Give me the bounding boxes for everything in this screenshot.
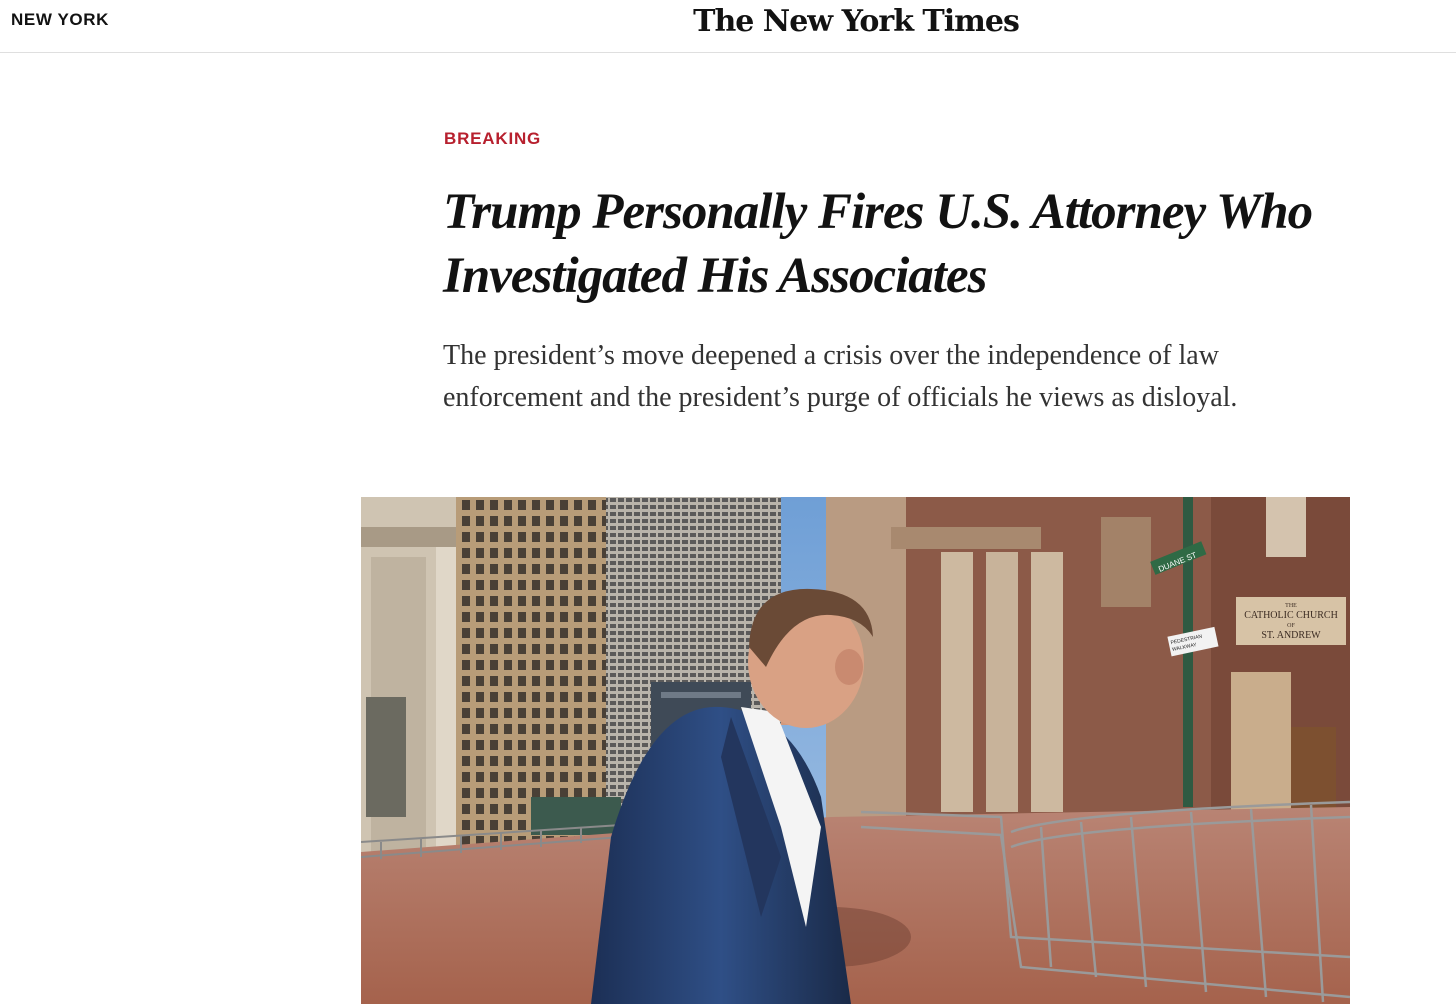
top-bar: NEW YORK The New York Times	[0, 0, 1456, 53]
masthead-logo[interactable]: The New York Times	[0, 4, 1456, 39]
church-sign-line1: THE	[1285, 603, 1297, 609]
church-sign-line3: OF	[1287, 623, 1295, 629]
headline: Trump Personally Fires U.S. Attorney Who…	[443, 184, 1313, 304]
lead-photo: DUANE ST PEDESTRIAN WALKWAY THE CATHOLIC…	[361, 497, 1350, 1004]
breaking-kicker: BREAKING	[444, 129, 542, 148]
church-sign-line4: ST. ANDREW	[1261, 630, 1321, 641]
church-sign-line2: CATHOLIC CHURCH	[1244, 610, 1338, 621]
article-summary: The president’s move deepened a crisis o…	[443, 340, 1238, 413]
brick-tower	[456, 497, 631, 847]
